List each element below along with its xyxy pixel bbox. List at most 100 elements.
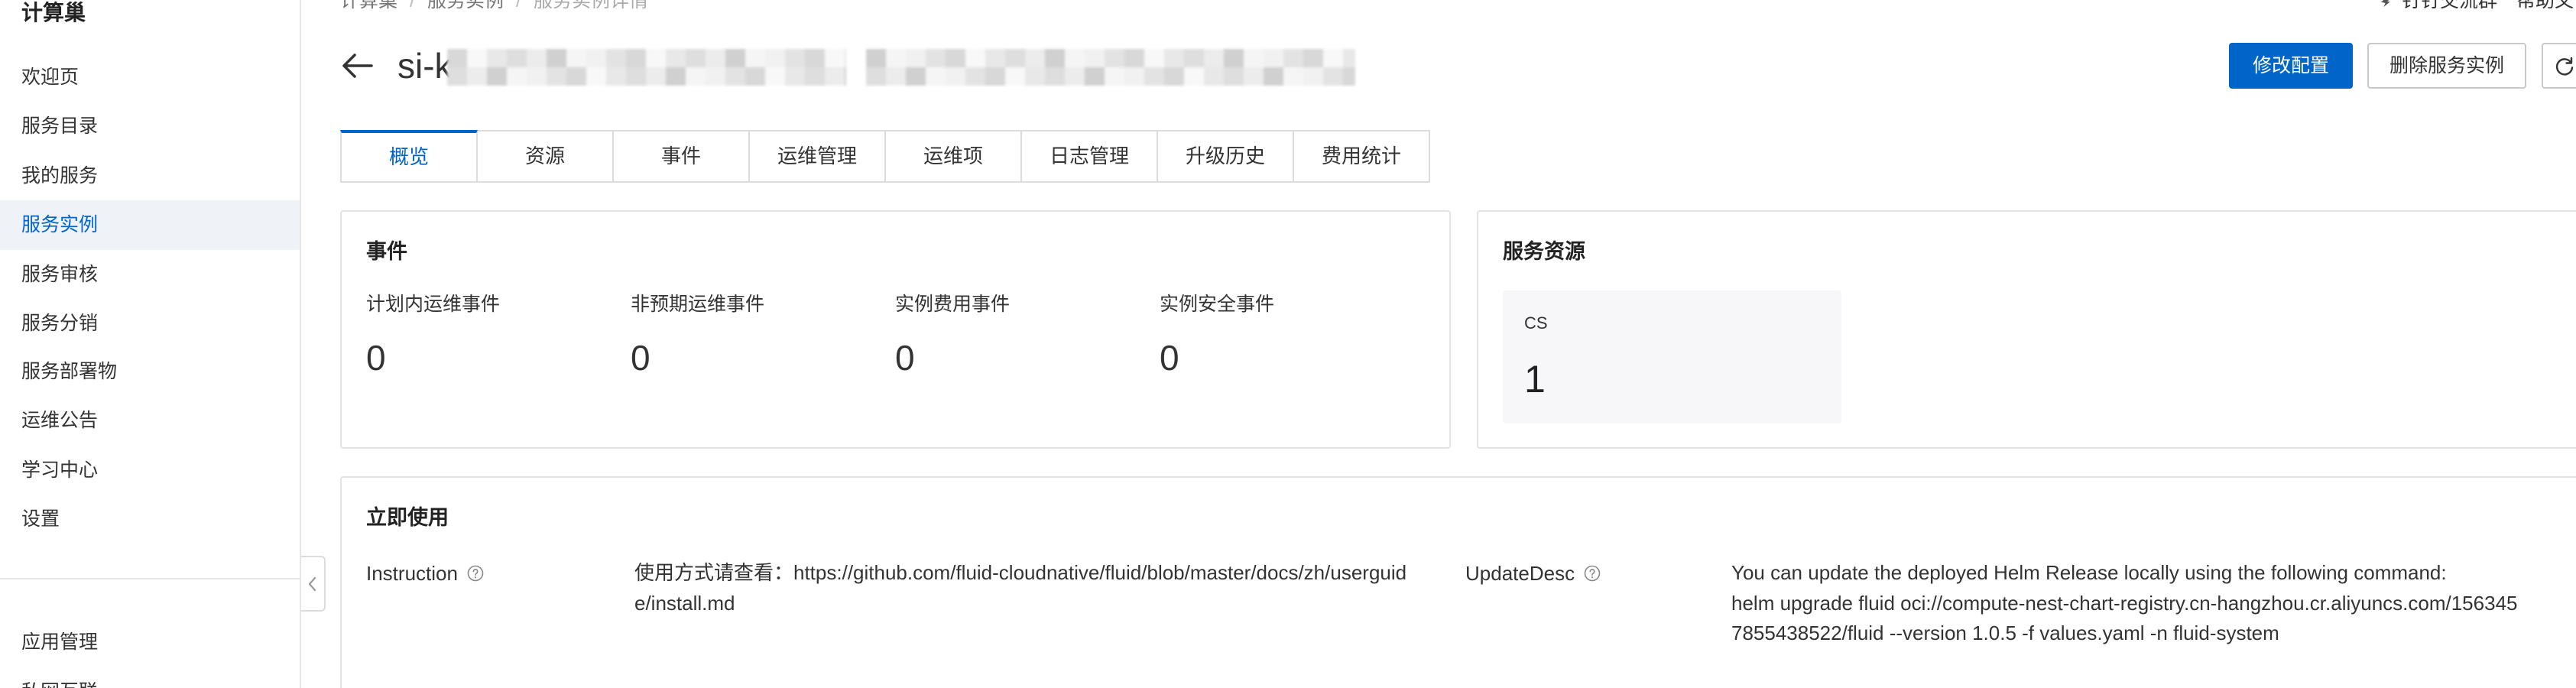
mosaic-cell [586, 49, 606, 67]
tab-upgrade-history[interactable]: 升级历史 [1157, 130, 1294, 183]
mosaic-cell [706, 67, 725, 86]
delete-instance-button[interactable]: 删除服务实例 [2367, 43, 2526, 89]
sidebar-item-service-review[interactable]: 服务审核 [0, 250, 300, 299]
mosaic-cell [946, 67, 965, 86]
mosaic-cell [686, 49, 706, 67]
mosaic-cell [825, 49, 845, 67]
mosaic-cell [866, 49, 886, 67]
mosaic-cell [467, 67, 487, 86]
service-resources-title: 服务资源 [1503, 240, 1585, 263]
mosaic-cell [1343, 67, 1355, 86]
mosaic-cell [1124, 49, 1144, 67]
mosaic-cell [1164, 49, 1184, 67]
breadcrumb-item-compute-nest[interactable]: 计算巢 [340, 0, 397, 11]
stat-label-unexpected-ops-events: 非预期运维事件 [631, 294, 765, 315]
stat-value-unexpected-ops-events: 0 [631, 338, 650, 378]
dingtalk-group-link[interactable]: 钉钉交流群 [2377, 0, 2500, 12]
mosaic-cell [447, 49, 467, 67]
mosaic-cell [1303, 49, 1323, 67]
breadcrumb-item-service-instances[interactable]: 服务实例 [427, 0, 504, 11]
sidebar-item-service-instances[interactable]: 服务实例 [0, 200, 300, 250]
tab-cost-statistics[interactable]: 费用统计 [1293, 130, 1430, 183]
update-desc-value: You can update the deployed Helm Release… [1731, 561, 2518, 644]
mosaic-cell [866, 67, 886, 86]
sidebar-collapse-button[interactable] [301, 556, 326, 612]
mosaic-cell [1283, 49, 1303, 67]
mosaic-cell [646, 67, 666, 86]
mosaic-cell [785, 49, 805, 67]
tab-ops-management[interactable]: 运维管理 [748, 130, 886, 183]
mosaic-cell [1045, 67, 1065, 86]
tab-ops-items[interactable]: 运维项 [884, 130, 1022, 183]
dingtalk-icon [2380, 0, 2390, 7]
mosaic-cell [1144, 67, 1164, 86]
mosaic-cell [1303, 67, 1323, 86]
sidebar-item-settings[interactable]: 设置 [0, 495, 300, 544]
mosaic-cell [1065, 67, 1085, 86]
help-docs-link[interactable]: 帮助文 [2516, 0, 2576, 12]
sidebar-item-service-distribution[interactable]: 服务分销 [0, 299, 300, 348]
sidebar-item-ops-announcements[interactable]: 运维公告 [0, 396, 300, 445]
mosaic-cell [1244, 49, 1264, 67]
mosaic-cell [965, 67, 985, 86]
sidebar-item-welcome[interactable]: 欢迎页 [0, 53, 300, 102]
service-resources-card: 服务资源 CS 1 [1477, 210, 2576, 449]
sidebar-item-my-services[interactable]: 我的服务 [0, 151, 300, 200]
mosaic-cell [785, 67, 805, 86]
redacted-instance-id [447, 49, 846, 86]
mosaic-cell [1025, 67, 1045, 86]
instruction-value: 使用方式请查看：https://github.com/fluid-cloudna… [634, 561, 1407, 615]
mosaic-cell [1005, 49, 1025, 67]
mosaic-cell [1085, 49, 1105, 67]
breadcrumb-separator: / [515, 0, 521, 11]
mosaic-cell [745, 49, 765, 67]
mosaic-cell [845, 67, 846, 86]
modify-config-button[interactable]: 修改配置 [2229, 43, 2353, 89]
mosaic-cell [586, 67, 606, 86]
mosaic-cell [1224, 67, 1244, 86]
mosaic-cell [706, 49, 725, 67]
breadcrumb-separator: / [410, 0, 415, 11]
mosaic-cell [765, 67, 785, 86]
back-button[interactable] [340, 50, 374, 81]
mosaic-cell [1204, 49, 1224, 67]
mosaic-cell [1085, 67, 1105, 86]
question-circle-icon[interactable] [1584, 565, 1601, 582]
question-circle-icon[interactable] [467, 565, 484, 582]
sidebar-item-private-network[interactable]: 私网互联 [0, 670, 300, 688]
instruction-label-text: Instruction [366, 562, 458, 585]
help-docs-label: 帮助文 [2516, 0, 2574, 11]
mosaic-cell [1184, 49, 1204, 67]
mosaic-cell [1065, 49, 1085, 67]
tab-events[interactable]: 事件 [612, 130, 750, 183]
tab-resources[interactable]: 资源 [476, 130, 614, 183]
mosaic-cell [527, 49, 547, 67]
instruction-label: Instruction [366, 558, 484, 589]
mosaic-cell [926, 67, 946, 86]
tab-overview[interactable]: 概览 [340, 130, 478, 183]
mosaic-cell [487, 67, 507, 86]
mosaic-cell [1264, 67, 1283, 86]
mosaic-cell [805, 49, 825, 67]
tab-log-management[interactable]: 日志管理 [1020, 130, 1158, 183]
mosaic-cell [606, 49, 626, 67]
dingtalk-group-label: 钉钉交流群 [2402, 0, 2498, 11]
mosaic-cell [985, 67, 1005, 86]
sidebar: 计算巢 欢迎页 服务目录 我的服务 服务实例 服务审核 服务分销 服务部署物 运… [0, 0, 301, 688]
sidebar-item-service-catalog[interactable]: 服务目录 [0, 102, 300, 151]
sidebar-item-service-artifacts[interactable]: 服务部署物 [0, 347, 300, 396]
mosaic-cell [805, 67, 825, 86]
resource-tile-cs: CS 1 [1503, 290, 1841, 424]
stat-label-cost-events: 实例费用事件 [895, 294, 1011, 315]
breadcrumb-item-instance-detail: 服务实例详情 [533, 0, 648, 11]
mosaic-cell [646, 49, 666, 67]
mosaic-cell [507, 67, 527, 86]
refresh-button[interactable] [2542, 43, 2576, 89]
sidebar-item-learning-center[interactable]: 学习中心 [0, 446, 300, 495]
stat-label-planned-ops-events: 计划内运维事件 [366, 294, 501, 315]
mosaic-cell [1144, 49, 1164, 67]
mosaic-cell [606, 67, 626, 86]
mosaic-cell [527, 67, 547, 86]
sidebar-item-app-management[interactable]: 应用管理 [0, 618, 300, 667]
mosaic-cell [626, 67, 646, 86]
